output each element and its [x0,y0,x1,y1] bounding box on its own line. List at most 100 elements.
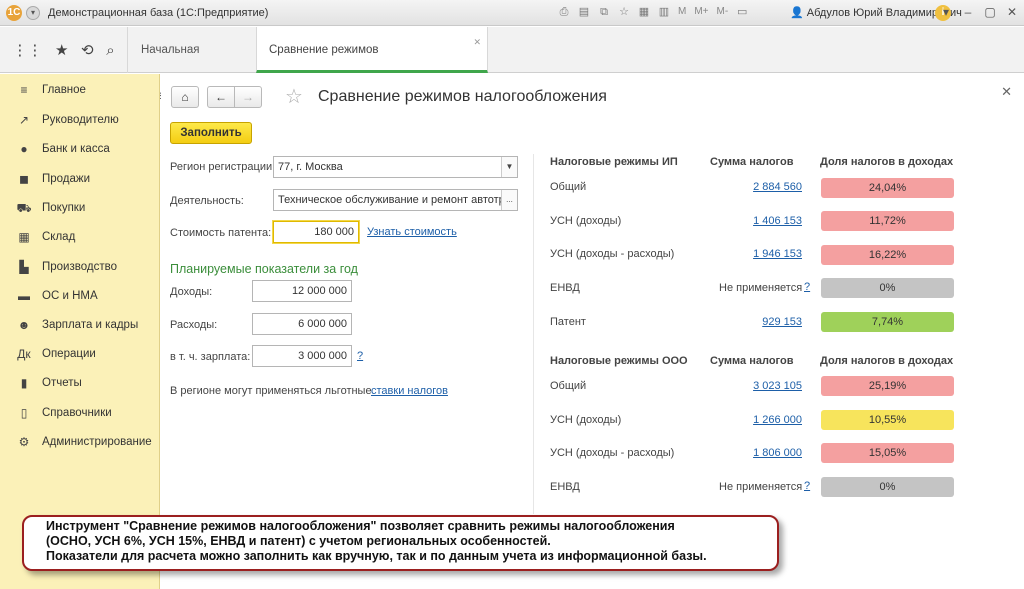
sidebar-item-label: Отчеты [42,377,82,389]
home-button[interactable]: ⌂ [171,86,199,108]
income-label: Доходы: [170,286,213,298]
ooo-row-envd-label: ЕНВД [550,481,580,493]
sidebar-item-label: Банк и касса [42,143,110,155]
maximize-icon[interactable]: ▢ [982,4,998,20]
history-icon[interactable]: ⟲ [81,41,94,59]
ooo-row-usn-diff-label: УСН (доходы - расходы) [550,447,675,459]
ip-amount-header: Сумма налогов [710,156,794,168]
grid-icon: ▦ [18,230,30,244]
expenses-label: Расходы: [170,319,218,331]
ooo-row-usn-diff-share: 15,05% [821,443,954,463]
form-close-icon[interactable]: ✕ [1001,84,1012,100]
ooo-row-general-amount[interactable]: 3 023 105 [712,380,802,392]
sidebar-item-main[interactable]: ≡ Главное [0,78,160,102]
sidebar-item-label: Главное [42,84,86,96]
sidebar-item-operations[interactable]: Дк Операции [0,342,160,366]
sidebar-item-reports[interactable]: ▮ Отчеты [0,371,160,395]
calendar-icon[interactable]: ▦ [636,4,652,20]
main-menu-icon[interactable]: ▾ [26,5,40,20]
favorite-star-icon[interactable]: ☆ [285,84,303,109]
tab-home[interactable]: Начальная страница [129,27,255,102]
print-icon[interactable]: ⎙ [556,4,572,20]
region-label: Регион регистрации: [170,161,276,173]
ip-row-envd-amount: Не применяется [719,282,803,294]
ip-row-envd-share: 0% [821,278,954,298]
activity-value: Техническое обслуживание и ремонт автотр [278,194,505,206]
patent-cost-field[interactable]: 180 000 [273,221,359,243]
ooo-row-usn-diff-amount[interactable]: 1 806 000 [712,447,802,459]
ooo-envd-help-link[interactable]: ? [804,480,810,492]
tab-close-icon[interactable]: ✕ [473,37,481,47]
minimize-icon[interactable]: – [960,4,976,20]
copy-icon[interactable]: ⧉ [596,4,612,20]
back-button[interactable]: ← [207,86,235,108]
ooo-row-general-share: 25,19% [821,376,954,396]
callout-line-2: (ОСНО, УСН 6%, УСН 15%, ЕНВД и патент) с… [46,534,551,548]
calculator-icon[interactable]: ▥ [656,4,672,20]
bar-chart-icon: ▮ [20,376,28,390]
benefit-note: В регионе могут применяться льготные [170,385,372,397]
ip-row-general-amount[interactable]: 2 884 560 [712,181,802,193]
sidebar-item-manager[interactable]: ↗ Руководителю [0,108,160,132]
ooo-row-usn-income-amount[interactable]: 1 266 000 [712,414,802,426]
fill-button[interactable]: Заполнить [170,122,252,144]
tax-rates-link[interactable]: ставки налогов [371,385,448,397]
callout-line-3: Показатели для расчета можно заполнить к… [46,549,707,563]
income-value: 12 000 000 [291,285,347,297]
apps-grid-icon[interactable]: ⋮⋮ [12,41,42,59]
ip-row-general-share: 24,04% [821,178,954,198]
income-field[interactable]: 12 000 000 [252,280,352,302]
close-window-icon[interactable]: ✕ [1004,4,1020,20]
memory-minus-button[interactable]: M- [715,4,731,20]
sidebar-item-production[interactable]: ▙ Производство [0,255,160,279]
sidebar-item-assets[interactable]: ▬ ОС и НМА [0,284,160,308]
sidebar-item-purchases[interactable]: ⛟ Покупки [0,196,160,220]
sidebar-item-catalogs[interactable]: ▯ Справочники [0,401,160,425]
ooo-row-usn-income-label: УСН (доходы) [550,414,622,426]
ip-row-usn-diff-amount[interactable]: 1 946 153 [712,248,802,260]
sidebar-item-warehouse[interactable]: ▦ Склад [0,225,160,249]
info-callout: Инструмент "Сравнение режимов налогообло… [22,515,779,571]
cart-icon: ⛟ [16,201,32,215]
panel-toolbar: ⋮⋮ ★ ⟲ ⌕ [0,27,128,73]
forward-button[interactable]: → [234,86,262,108]
settings-menu-icon[interactable]: ▾ [938,4,954,20]
ip-row-patent-share: 7,74% [821,312,954,332]
arrow-right-icon: → [242,90,254,104]
memory-m-button[interactable]: M [676,4,688,20]
vertical-divider [533,154,534,514]
ip-row-usn-income-amount[interactable]: 1 406 153 [712,215,802,227]
ip-regime-header: Налоговые режимы ИП [550,156,678,168]
chevron-down-icon[interactable]: ▼ [501,157,517,177]
favorites-icon[interactable]: ☆ [616,4,632,20]
ip-row-usn-diff-share: 16,22% [821,245,954,265]
region-select[interactable]: 77, г. Москва [273,156,518,178]
sidebar-item-salary[interactable]: ☻ Зарплата и кадры [0,313,160,337]
expenses-field[interactable]: 6 000 000 [252,313,352,335]
window-list-icon[interactable]: ▭ [734,4,750,20]
sidebar-item-admin[interactable]: ⚙ Администрирование [0,430,160,454]
memory-plus-button[interactable]: M+ [692,4,710,20]
ip-row-patent-amount[interactable]: 929 153 [712,316,802,328]
find-cost-link[interactable]: Узнать стоимость [367,226,457,238]
sidebar-item-bank[interactable]: ● Банк и касса [0,137,160,161]
ip-row-envd-label: ЕНВД [550,282,580,294]
trend-icon: ↗ [18,113,30,127]
patent-cost-value: 180 000 [314,226,354,238]
patent-cost-label: Стоимость патента: [170,227,272,239]
activity-field[interactable]: Техническое обслуживание и ремонт автотр [273,189,518,211]
ellipsis-icon[interactable]: ... [501,190,517,210]
sidebar-item-sales[interactable]: ◼ Продажи [0,167,160,191]
favorites-star-icon[interactable]: ★ [55,41,68,59]
ooo-row-general-label: Общий [550,380,587,392]
app-logo-icon[interactable]: 1С [6,4,22,21]
document-icon[interactable]: ▤ [576,4,592,20]
ooo-regime-header: Налоговые режимы ООО [550,355,688,367]
tab-tax-comparison[interactable]: Сравнение режимов налогообложения ✕ [256,27,488,102]
salary-help-link[interactable]: ? [357,350,363,362]
salary-field[interactable]: 3 000 000 [252,345,352,367]
search-icon[interactable]: ⌕ [106,42,114,59]
ip-row-general-label: Общий [550,181,587,193]
ip-envd-help-link[interactable]: ? [804,281,810,293]
coin-icon: ● [20,142,28,156]
